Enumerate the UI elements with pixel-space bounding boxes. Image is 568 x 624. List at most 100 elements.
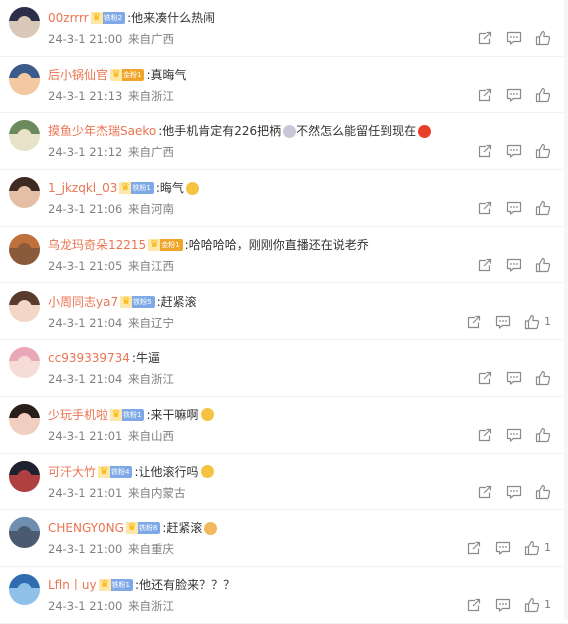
comment-text: :牛逼 bbox=[131, 351, 160, 366]
like-icon[interactable] bbox=[535, 87, 551, 103]
comment-icon[interactable] bbox=[506, 143, 522, 159]
repost-icon[interactable] bbox=[477, 200, 493, 216]
scrollbar-track[interactable] bbox=[564, 0, 568, 620]
comment-source: 来自重庆 bbox=[128, 542, 175, 557]
like-icon[interactable] bbox=[535, 257, 551, 273]
repost-icon[interactable] bbox=[466, 314, 482, 330]
comment-actions bbox=[477, 484, 567, 500]
comment-content: 少玩手机啦 ♛ 铁粉1:来干嘛啊 bbox=[48, 407, 214, 423]
username-link[interactable]: 少玩手机啦 bbox=[48, 407, 108, 423]
like-icon[interactable] bbox=[535, 143, 551, 159]
comment-actions bbox=[477, 143, 567, 159]
comment-text: :来干嘛啊 bbox=[146, 407, 199, 422]
username-link[interactable]: 小周同志ya7 bbox=[48, 294, 118, 310]
like-icon[interactable] bbox=[535, 370, 551, 386]
comment-time: 24-3-1 21:13 bbox=[48, 88, 123, 103]
avatar[interactable] bbox=[9, 347, 40, 379]
fan-badge[interactable]: ♛ 铁粉1 bbox=[119, 182, 154, 195]
fan-badge[interactable]: ♛ 铁粉8 bbox=[125, 522, 161, 535]
username-link[interactable]: 00zrrrr bbox=[48, 10, 89, 26]
like-icon[interactable]: 1 bbox=[524, 314, 551, 330]
crown-icon: ♛ bbox=[98, 579, 111, 591]
username-link[interactable]: CHENGY0NG bbox=[48, 520, 124, 536]
avatar[interactable] bbox=[9, 177, 40, 209]
avatar[interactable] bbox=[9, 7, 40, 38]
comment-content: 00zrrrr ♛ 铁粉2:他来凑什么热闹 bbox=[48, 10, 215, 26]
comment-text-continued: 不然怎么能留任到现在 bbox=[296, 124, 417, 139]
avatar[interactable] bbox=[9, 517, 40, 549]
avatar[interactable] bbox=[9, 403, 40, 435]
comment-icon[interactable] bbox=[506, 87, 522, 103]
fan-badge[interactable]: ♛ 铁粉4 bbox=[98, 465, 133, 478]
fan-badge[interactable]: ♛ 铁粉5 bbox=[120, 295, 155, 308]
comment-icon[interactable] bbox=[506, 370, 522, 386]
fan-badge-label: 铁粉1 bbox=[132, 184, 151, 193]
comment-meta: 24-3-1 21:13 来自浙江 bbox=[48, 89, 174, 103]
comment-icon[interactable] bbox=[495, 597, 511, 613]
avatar[interactable] bbox=[9, 290, 40, 322]
like-icon[interactable] bbox=[535, 427, 551, 443]
comment-meta: 24-3-1 21:01 来自内蒙古 bbox=[48, 486, 186, 500]
comment-icon[interactable] bbox=[506, 30, 522, 46]
comment-text: :晦气 bbox=[155, 181, 184, 196]
comment-icon[interactable] bbox=[506, 427, 522, 443]
repost-icon[interactable] bbox=[477, 87, 493, 103]
avatar[interactable] bbox=[9, 233, 40, 265]
fan-badge[interactable]: ♛ 金粉1 bbox=[110, 68, 145, 81]
fan-badge[interactable]: ♛ 铁粉1 bbox=[110, 408, 145, 421]
like-icon[interactable]: 1 bbox=[524, 597, 551, 613]
comment-icon[interactable] bbox=[506, 200, 522, 216]
comment-meta: 24-3-1 21:00 来自广西 bbox=[48, 32, 174, 46]
repost-icon[interactable] bbox=[466, 540, 482, 556]
comment-item: 摸鱼少年杰瑞Saeko:他手机肯定有226把柄 不然怎么能留任到现在 24-3-1… bbox=[0, 113, 568, 171]
fan-badge[interactable]: ♛ 铁粉1 bbox=[98, 579, 134, 591]
fan-badge[interactable]: ♛ 铁粉2 bbox=[90, 12, 126, 24]
comment-icon[interactable] bbox=[495, 540, 511, 556]
avatar[interactable] bbox=[9, 574, 40, 605]
comment-text: :赶紧滚 bbox=[162, 521, 203, 536]
crown-icon: ♛ bbox=[125, 522, 138, 535]
crown-icon: ♛ bbox=[110, 408, 123, 421]
comment-actions bbox=[477, 30, 567, 46]
avatar[interactable] bbox=[9, 460, 40, 492]
comment-icon[interactable] bbox=[495, 314, 511, 330]
repost-icon[interactable] bbox=[477, 143, 493, 159]
comment-meta: 24-3-1 21:01 来自山西 bbox=[48, 429, 174, 443]
comment-item: CHENGY0NG ♛ 铁粉8:赶紧滚 24-3-1 21:00 来自重庆 1 bbox=[0, 510, 568, 567]
username-link[interactable]: 摸鱼少年杰瑞Saeko bbox=[48, 123, 156, 139]
comment-item: 00zrrrr ♛ 铁粉2:他来凑什么热闹 24-3-1 21:00 来自广西 bbox=[0, 0, 568, 57]
comment-actions bbox=[477, 370, 567, 386]
comment-icon[interactable] bbox=[506, 257, 522, 273]
username-link[interactable]: 1_jkzqkl_03 bbox=[48, 180, 117, 196]
username-link[interactable]: 后小锅仙官 bbox=[48, 67, 108, 83]
repost-icon[interactable] bbox=[477, 30, 493, 46]
like-icon[interactable]: 1 bbox=[524, 540, 551, 556]
fan-badge-label: 铁粉2 bbox=[103, 14, 123, 22]
repost-icon[interactable] bbox=[466, 597, 482, 613]
comment-icon[interactable] bbox=[506, 484, 522, 500]
avatar[interactable] bbox=[9, 120, 40, 152]
comment-item: 少玩手机啦 ♛ 铁粉1:来干嘛啊 24-3-1 21:01 来自山西 bbox=[0, 397, 568, 454]
comment-text: :哈哈哈哈，刚刚你直播还在说老乔 bbox=[184, 237, 369, 252]
username-link[interactable]: 可汗大竹 bbox=[48, 464, 96, 480]
comment-text: :他还有脸来？？？ bbox=[135, 578, 236, 592]
repost-icon[interactable] bbox=[477, 427, 493, 443]
like-icon[interactable] bbox=[535, 484, 551, 500]
repost-icon[interactable] bbox=[477, 370, 493, 386]
like-icon[interactable] bbox=[535, 30, 551, 46]
username-link[interactable]: Lfln丨uy bbox=[48, 577, 97, 593]
repost-icon[interactable] bbox=[477, 484, 493, 500]
username-link[interactable]: cc939339734 bbox=[48, 350, 130, 366]
comment-time: 24-3-1 21:05 bbox=[48, 258, 123, 273]
like-count: 1 bbox=[544, 314, 551, 328]
comment-content: 小周同志ya7 ♛ 铁粉5:赶紧滚 bbox=[48, 294, 197, 310]
avatar[interactable] bbox=[9, 63, 40, 95]
username-link[interactable]: 乌龙玛奇朵12215 bbox=[48, 237, 146, 253]
comment-actions bbox=[477, 200, 567, 216]
comment-content: 1_jkzqkl_03 ♛ 铁粉1:晦气 bbox=[48, 180, 199, 196]
repost-icon[interactable] bbox=[477, 257, 493, 273]
fan-badge[interactable]: ♛ 金粉1 bbox=[148, 238, 183, 251]
comment-time: 24-3-1 21:00 bbox=[48, 32, 123, 46]
like-icon[interactable] bbox=[535, 200, 551, 216]
crown-icon: ♛ bbox=[148, 238, 161, 251]
